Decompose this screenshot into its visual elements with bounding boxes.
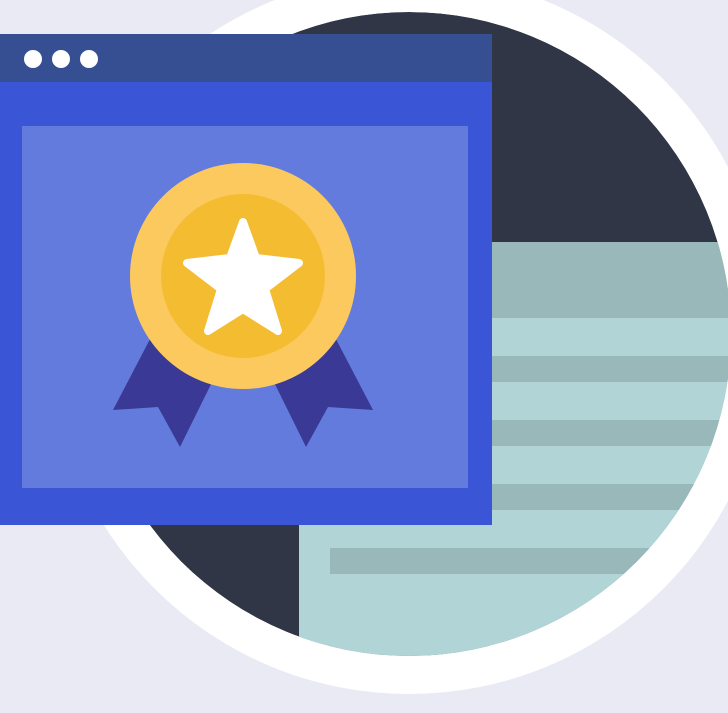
window-dot-icon [80, 50, 98, 68]
window-dot-icon [52, 50, 70, 68]
certificate-illustration [0, 0, 728, 713]
illustration-canvas [0, 0, 728, 713]
window-dot-icon [24, 50, 42, 68]
window-titlebar [0, 34, 492, 82]
